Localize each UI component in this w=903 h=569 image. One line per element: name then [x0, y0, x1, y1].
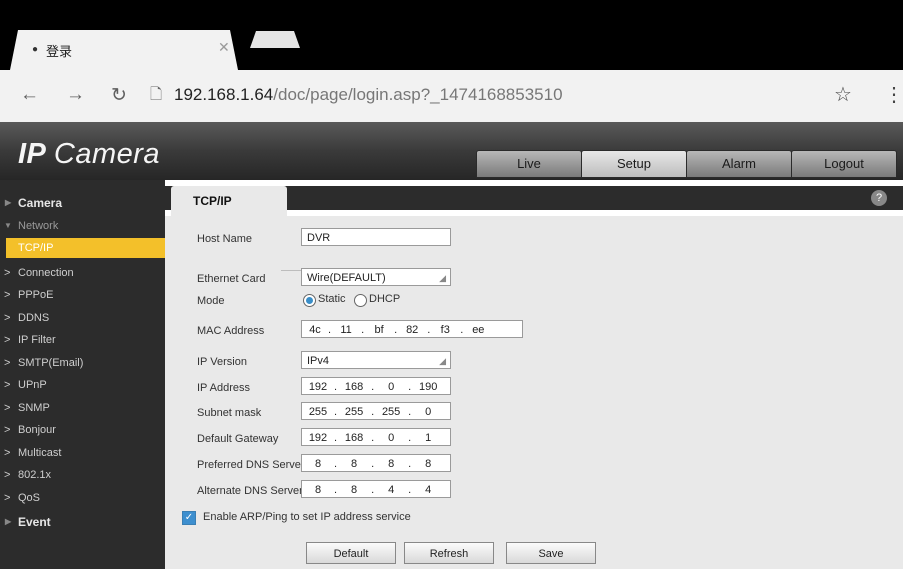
- tcpip-form: Host Name DVR Ethernet Card Wire(DEFAULT…: [165, 216, 903, 569]
- ethernet-card-select[interactable]: Wire(DEFAULT) ◢: [301, 268, 451, 286]
- reload-icon[interactable]: ↻: [111, 84, 127, 107]
- app-header: IP Camera Live Setup Alarm Logout: [0, 122, 903, 180]
- sidebar-item-ddns[interactable]: > DDNS: [0, 308, 165, 328]
- favicon-icon: ●: [32, 44, 39, 55]
- mode-dhcp-label: DHCP: [369, 293, 401, 305]
- back-icon[interactable]: ←: [20, 84, 39, 106]
- tab-close-icon[interactable]: ✕: [218, 39, 230, 56]
- expanded-arrow-icon: ▼: [4, 221, 12, 230]
- new-tab-button[interactable]: [250, 31, 300, 48]
- ip-address-input[interactable]: 192. 168. 0. 190: [301, 377, 451, 395]
- sidebar-item-bonjour[interactable]: > Bonjour: [0, 420, 165, 440]
- browser-tab-strip: ● 登录 ✕: [0, 0, 903, 70]
- sidebar-item-qos[interactable]: > QoS: [0, 488, 165, 508]
- address-bar[interactable]: 🗋 192.168.1.64/doc/page/login.asp?_14741…: [150, 82, 880, 108]
- arp-ping-checkbox[interactable]: ✓: [182, 511, 196, 525]
- sidebar-section-event[interactable]: ▶ Event: [0, 512, 165, 532]
- sidebar-section-camera[interactable]: ▶ Camera: [0, 193, 165, 213]
- browser-tab[interactable]: ● 登录 ✕: [10, 30, 238, 70]
- refresh-button[interactable]: Refresh: [404, 542, 494, 564]
- alternate-dns-input[interactable]: 8.8.4.4: [301, 480, 451, 498]
- main-panel: TCP/IP ? Host Name DVR Ethernet Card Wir…: [165, 180, 903, 569]
- collapsed-arrow-icon: ▶: [5, 198, 12, 207]
- default-gateway-input[interactable]: 192. 168. 0. 1: [301, 428, 451, 446]
- subnet-mask-label: Subnet mask: [197, 407, 262, 419]
- ethernet-card-label: Ethernet Card: [197, 273, 266, 285]
- default-gateway-label: Default Gateway: [197, 433, 279, 445]
- sidebar-item-snmp[interactable]: > SNMP: [0, 398, 165, 418]
- ip-address-label: IP Address: [197, 382, 250, 394]
- mac-address-field: 4c. 11. bf. 82. f3. ee: [301, 320, 523, 338]
- sidebar-section-network[interactable]: ▼ Network: [0, 216, 165, 236]
- sidebar: ▶ Camera ▼ Network TCP/IP > Connection > PPP…: [0, 180, 165, 569]
- url-text[interactable]: 192.168.1.64/doc/page/login.asp?_1474168…: [174, 85, 563, 105]
- nav-live[interactable]: Live: [476, 150, 582, 178]
- dropdown-arrow-icon: ◢: [439, 273, 446, 283]
- host-name-label: Host Name: [197, 233, 253, 245]
- panel-title: TCP/IP: [193, 194, 232, 208]
- mode-label: Mode: [197, 295, 225, 307]
- sidebar-item-connection[interactable]: > Connection: [0, 263, 165, 283]
- collapsed-arrow-icon: ▶: [5, 517, 12, 526]
- dropdown-arrow-icon: ◢: [439, 356, 446, 366]
- forward-icon[interactable]: →: [66, 84, 85, 106]
- sidebar-item-ip-filter[interactable]: > IP Filter: [0, 330, 165, 350]
- nav-setup[interactable]: Setup: [581, 150, 687, 178]
- page-info-icon[interactable]: 🗋: [150, 84, 162, 109]
- arp-ping-label: Enable ARP/Ping to set IP address servic…: [203, 511, 411, 523]
- preferred-dns-input[interactable]: 8.8.8.8: [301, 454, 451, 472]
- sidebar-item-smtp[interactable]: > SMTP(Email): [0, 353, 165, 373]
- mac-address-label: MAC Address: [197, 325, 265, 337]
- mode-static-radio[interactable]: [303, 294, 316, 307]
- alternate-dns-label: Alternate DNS Server: [197, 485, 303, 497]
- app-logo: IP Camera: [18, 138, 161, 170]
- sidebar-item-multicast[interactable]: > Multicast: [0, 443, 165, 463]
- sidebar-item-8021x[interactable]: >802.1x: [0, 465, 165, 485]
- ip-version-label: IP Version: [197, 356, 247, 368]
- browser-menu-icon[interactable]: ⋮: [884, 82, 903, 107]
- bookmark-star-icon[interactable]: ☆: [834, 82, 852, 107]
- ip-version-select[interactable]: IPv4 ◢: [301, 351, 451, 369]
- tab-title: 登录: [46, 45, 73, 60]
- panel-title-tab: TCP/IP: [171, 186, 287, 216]
- nav-alarm[interactable]: Alarm: [686, 150, 792, 178]
- sidebar-item-pppoe[interactable]: > PPPoE: [0, 285, 165, 305]
- default-button[interactable]: Default: [306, 542, 396, 564]
- nav-logout[interactable]: Logout: [791, 150, 897, 178]
- mode-dhcp-radio[interactable]: [354, 294, 367, 307]
- sidebar-item-upnp[interactable]: > UPnP: [0, 375, 165, 395]
- host-name-input[interactable]: DVR: [301, 228, 451, 246]
- save-button[interactable]: Save: [506, 542, 596, 564]
- sidebar-item-tcpip[interactable]: TCP/IP: [6, 238, 165, 258]
- mode-static-label: Static: [318, 293, 346, 305]
- preferred-dns-label: Preferred DNS Server: [197, 459, 305, 471]
- help-icon[interactable]: ?: [871, 190, 887, 206]
- browser-toolbar: ← → ↻ 🗋 192.168.1.64/doc/page/login.asp?…: [0, 70, 903, 122]
- subnet-mask-input[interactable]: 255. 255. 255. 0: [301, 402, 451, 420]
